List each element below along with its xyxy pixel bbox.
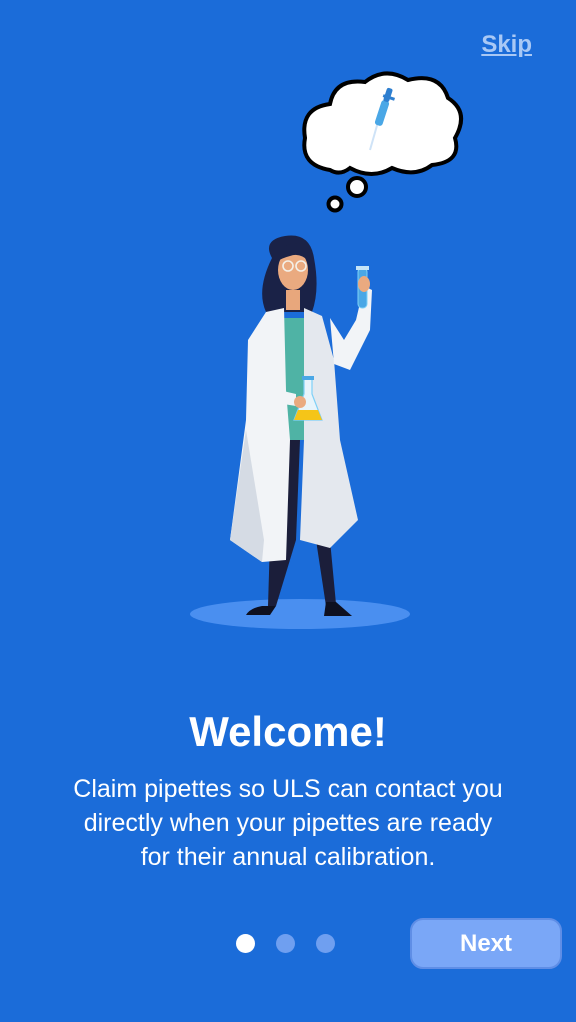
onboarding-description: Claim pipettes so ULS can contact you di…	[73, 775, 503, 871]
page-dot-2[interactable]	[276, 934, 295, 953]
onboarding-screen: Skip Welcome! Claim pipettes so ULS can …	[0, 0, 576, 1022]
page-dot-1[interactable]	[236, 934, 255, 953]
page-indicator	[236, 934, 335, 953]
scientist-figure	[230, 235, 372, 616]
page-title: Welcome!	[189, 708, 387, 755]
thought-bubble	[302, 71, 464, 213]
floor-shadow	[190, 599, 410, 629]
scientist-illustration	[190, 71, 464, 629]
next-button[interactable]: Next	[410, 918, 562, 969]
page-dot-3[interactable]	[316, 934, 335, 953]
